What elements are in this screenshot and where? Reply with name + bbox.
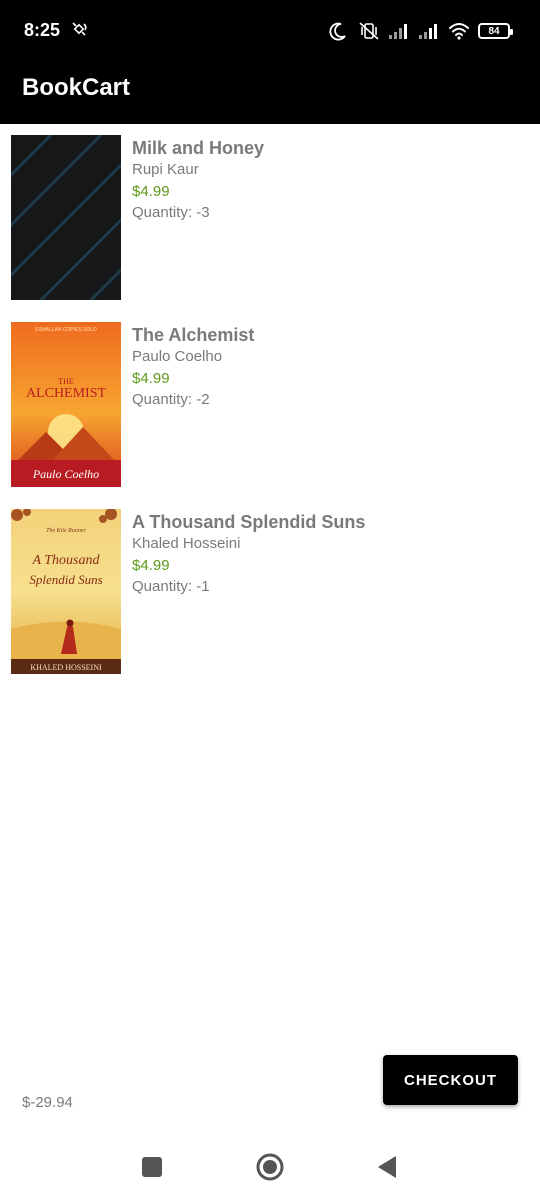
system-nav-bar: [0, 1134, 540, 1200]
cover-text: Splendid Suns: [29, 572, 102, 587]
book-author: Paulo Coelho: [132, 348, 223, 365]
cover-text: KHALED HOSSEINI: [30, 663, 102, 672]
book-cover: [11, 135, 121, 300]
cart-item-milk-and-honey[interactable]: Milk and Honey Rupi Kaur $4.99 Quantity:…: [0, 124, 540, 300]
book-title: The Alchemist: [132, 325, 255, 345]
book-quantity: Quantity: -3: [132, 204, 210, 221]
status-icons: 84: [328, 20, 513, 42]
moon-icon: [328, 21, 350, 41]
book-cover: ESHALLAN COPIES SOLD THE ALCHEMIST Paulo…: [11, 322, 121, 487]
checkout-button[interactable]: CHECKOUT: [383, 1055, 518, 1105]
book-info: The Alchemist Paulo Coelho $4.99 Quantit…: [132, 324, 254, 410]
cart-item-the-alchemist[interactable]: ESHALLAN COPIES SOLD THE ALCHEMIST Paulo…: [0, 311, 540, 487]
battery-indicator: 84: [478, 23, 513, 39]
satellite-icon: [70, 20, 90, 40]
home-icon[interactable]: [255, 1152, 285, 1182]
cover-text: ALCHEMIST: [26, 386, 107, 401]
book-price: $4.99: [132, 370, 170, 387]
status-bar: 8:25 84: [0, 0, 540, 60]
cart-item-a-thousand-splendid-suns[interactable]: The Kite Runner A Thousand Splendid Suns…: [0, 498, 540, 674]
cart-total: $-29.94: [22, 1094, 73, 1111]
signal-icon-2: [418, 21, 440, 41]
cover-text: THE: [58, 377, 74, 386]
book-title: A Thousand Splendid Suns: [132, 512, 366, 532]
recent-apps-icon[interactable]: [137, 1152, 167, 1182]
book-info: Milk and Honey Rupi Kaur $4.99 Quantity:…: [132, 137, 264, 223]
book-price: $4.99: [132, 183, 170, 200]
app-bar: BookCart: [0, 60, 540, 124]
cover-text: A Thousand: [31, 553, 100, 568]
wifi-icon: [448, 21, 470, 41]
book-price: $4.99: [132, 557, 170, 574]
book-title: Milk and Honey: [132, 138, 265, 158]
book-author: Rupi Kaur: [132, 161, 199, 178]
book-cover: The Kite Runner A Thousand Splendid Suns…: [11, 509, 121, 674]
signal-icon-1: [388, 21, 410, 41]
book-quantity: Quantity: -2: [132, 391, 210, 408]
cover-text: The Kite Runner: [46, 528, 86, 534]
vibrate-off-icon: [358, 21, 380, 41]
status-time: 8:25: [24, 20, 61, 40]
book-info: A Thousand Splendid Suns Khaled Hosseini…: [132, 511, 365, 597]
book-author: Khaled Hosseini: [132, 535, 241, 552]
cover-text: Paulo Coelho: [32, 467, 99, 481]
book-quantity: Quantity: -1: [132, 578, 210, 595]
back-icon[interactable]: [372, 1152, 402, 1182]
app-title: BookCart: [22, 74, 131, 101]
cover-text: ESHALLAN COPIES SOLD: [35, 327, 97, 333]
